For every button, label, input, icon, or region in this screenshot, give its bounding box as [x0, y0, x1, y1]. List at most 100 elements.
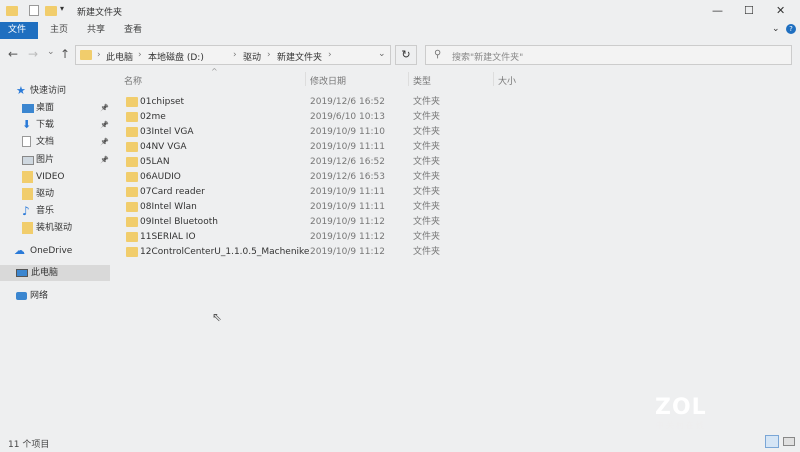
pin-icon[interactable]: 📌	[100, 152, 109, 168]
forward-button[interactable]: →	[28, 47, 38, 61]
file-type: 文件夹	[413, 112, 441, 122]
file-type: 文件夹	[413, 217, 441, 227]
file-row[interactable]: 12ControlCenterU_1.1.0.5_Machenike 2019/1…	[122, 245, 482, 260]
file-name: 04NV VGA	[140, 142, 187, 152]
folder-icon	[126, 202, 138, 212]
search-icon: ⚲	[434, 49, 442, 60]
breadcrumb-drive-d[interactable]: 本地磁盘 (D:)	[148, 50, 204, 63]
file-type: 文件夹	[413, 97, 441, 107]
folder-icon	[126, 232, 138, 242]
file-type: 文件夹	[413, 202, 441, 212]
file-row[interactable]: 01chipset 2019/12/6 16:52 文件夹	[122, 95, 482, 110]
folder-icon	[126, 127, 138, 137]
tab-home[interactable]: 主页	[42, 22, 76, 39]
column-header-size[interactable]: 大小	[498, 74, 516, 87]
back-button[interactable]: ←	[8, 47, 18, 61]
up-button[interactable]: ↑	[60, 47, 70, 61]
file-type: 文件夹	[413, 157, 441, 167]
folder-icon	[126, 187, 138, 197]
sidebar-item-2[interactable]: 文档 📌	[22, 134, 116, 150]
file-row[interactable]: 09Intel Bluetooth 2019/10/9 11:12 文件夹	[122, 215, 482, 230]
column-header-type[interactable]: 类型	[413, 74, 431, 87]
network-icon	[16, 292, 27, 300]
address-dropdown-icon[interactable]: ⌄	[378, 49, 386, 59]
file-name: 09Intel Bluetooth	[140, 217, 218, 227]
close-button[interactable]: ✕	[776, 4, 785, 17]
file-row[interactable]: 07Card reader 2019/10/9 11:11 文件夹	[122, 185, 482, 200]
quick-access-dropdown-icon[interactable]: ▾	[60, 4, 64, 13]
file-row[interactable]: 03Intel VGA 2019/10/9 11:10 文件夹	[122, 125, 482, 140]
pin-icon[interactable]: 📌	[100, 117, 109, 133]
folder-icon	[22, 222, 33, 235]
file-row[interactable]: 08Intel Wlan 2019/10/9 11:11 文件夹	[122, 200, 482, 215]
sidebar-item-6[interactable]: ♪ 音乐	[22, 203, 116, 219]
sidebar-item-5[interactable]: 驱动	[22, 186, 116, 202]
sort-ascending-icon: ^	[211, 67, 218, 76]
file-date: 2019/10/9 11:12	[310, 232, 385, 242]
sidebar-item-4[interactable]: VIDEO	[22, 169, 116, 185]
zol-watermark: ZOL 中关村在线	[655, 395, 707, 430]
new-folder-icon[interactable]	[45, 6, 57, 16]
breadcrumb-new-folder[interactable]: 新建文件夹	[277, 50, 322, 63]
details-view-button[interactable]	[765, 435, 779, 448]
music-icon: ♪	[22, 204, 30, 219]
folder-icon	[126, 97, 138, 107]
maximize-button[interactable]: ☐	[744, 4, 754, 17]
file-date: 2019/10/9 11:11	[310, 202, 385, 212]
file-date: 2019/12/6 16:53	[310, 172, 385, 182]
star-icon: ★	[16, 84, 26, 97]
tab-file[interactable]: 文件	[0, 22, 38, 39]
recent-locations-button[interactable]: ⌄	[47, 47, 55, 57]
sidebar-onedrive[interactable]: ☁ OneDrive	[14, 243, 108, 259]
file-type: 文件夹	[413, 232, 441, 242]
file-row[interactable]: 11SERIAL IO 2019/10/9 11:12 文件夹	[122, 230, 482, 245]
file-type: 文件夹	[413, 127, 441, 137]
file-name: 06AUDIO	[140, 172, 181, 182]
desktop-icon	[22, 104, 34, 113]
search-input[interactable]: ⚲ 搜索"新建文件夹"	[425, 45, 792, 65]
minimize-button[interactable]: —	[712, 4, 723, 17]
help-icon[interactable]: ?	[786, 24, 796, 34]
column-header-date[interactable]: 修改日期	[310, 74, 346, 87]
title-bar: ▾ 新建文件夹 — ☐ ✕	[0, 0, 800, 22]
file-row[interactable]: 04NV VGA 2019/10/9 11:11 文件夹	[122, 140, 482, 155]
pin-icon[interactable]: 📌	[100, 134, 109, 150]
sidebar-item-0[interactable]: 桌面 📌	[22, 100, 116, 116]
expand-ribbon-icon[interactable]: ⌄	[772, 24, 780, 34]
sidebar-item-7[interactable]: 装机驱动	[22, 220, 116, 236]
folder-icon	[126, 217, 138, 227]
folder-icon	[126, 142, 138, 152]
properties-icon[interactable]	[29, 5, 39, 16]
tab-view[interactable]: 查看	[116, 22, 150, 39]
refresh-button[interactable]: ↻	[395, 45, 417, 65]
address-bar[interactable]: › 此电脑 › 本地磁盘 (D:) › 驱动 › 新建文件夹 › ⌄	[75, 45, 391, 65]
file-name: 07Card reader	[140, 187, 205, 197]
sidebar-item-1[interactable]: ⬇ 下载 📌	[22, 117, 116, 133]
sidebar-this-pc[interactable]: 此电脑	[0, 265, 110, 281]
breadcrumb-this-pc[interactable]: 此电脑	[106, 50, 133, 63]
sidebar-network[interactable]: 网络	[14, 288, 108, 304]
folder-icon	[22, 170, 33, 183]
file-row[interactable]: 05LAN 2019/12/6 16:52 文件夹	[122, 155, 482, 170]
sidebar-item-3[interactable]: 图片 📌	[22, 152, 116, 168]
column-header-name[interactable]: 名称	[124, 74, 142, 87]
file-name: 02me	[140, 112, 166, 122]
folder-icon	[22, 188, 33, 200]
file-type: 文件夹	[413, 187, 441, 197]
file-date: 2019/10/9 11:10	[310, 127, 385, 137]
pin-icon[interactable]: 📌	[100, 100, 109, 116]
download-icon: ⬇	[22, 118, 32, 132]
search-placeholder: 搜索"新建文件夹"	[452, 53, 524, 63]
file-row[interactable]: 06AUDIO 2019/12/6 16:53 文件夹	[122, 170, 482, 185]
tab-share[interactable]: 共享	[79, 22, 113, 39]
large-icons-view-button[interactable]	[783, 437, 795, 446]
ribbon-tabs: 文件 主页 共享 查看 ⌄ ?	[0, 22, 800, 39]
breadcrumb-drivers[interactable]: 驱动	[243, 50, 261, 63]
file-date: 2019/6/10 10:13	[310, 112, 385, 122]
cloud-icon: ☁	[14, 244, 25, 257]
file-type: 文件夹	[413, 142, 441, 152]
file-name: 08Intel Wlan	[140, 202, 197, 212]
folder-icon	[126, 247, 138, 257]
file-row[interactable]: 02me 2019/6/10 10:13 文件夹	[122, 110, 482, 125]
sidebar-quick-access[interactable]: ★ 快速访问	[16, 83, 110, 99]
